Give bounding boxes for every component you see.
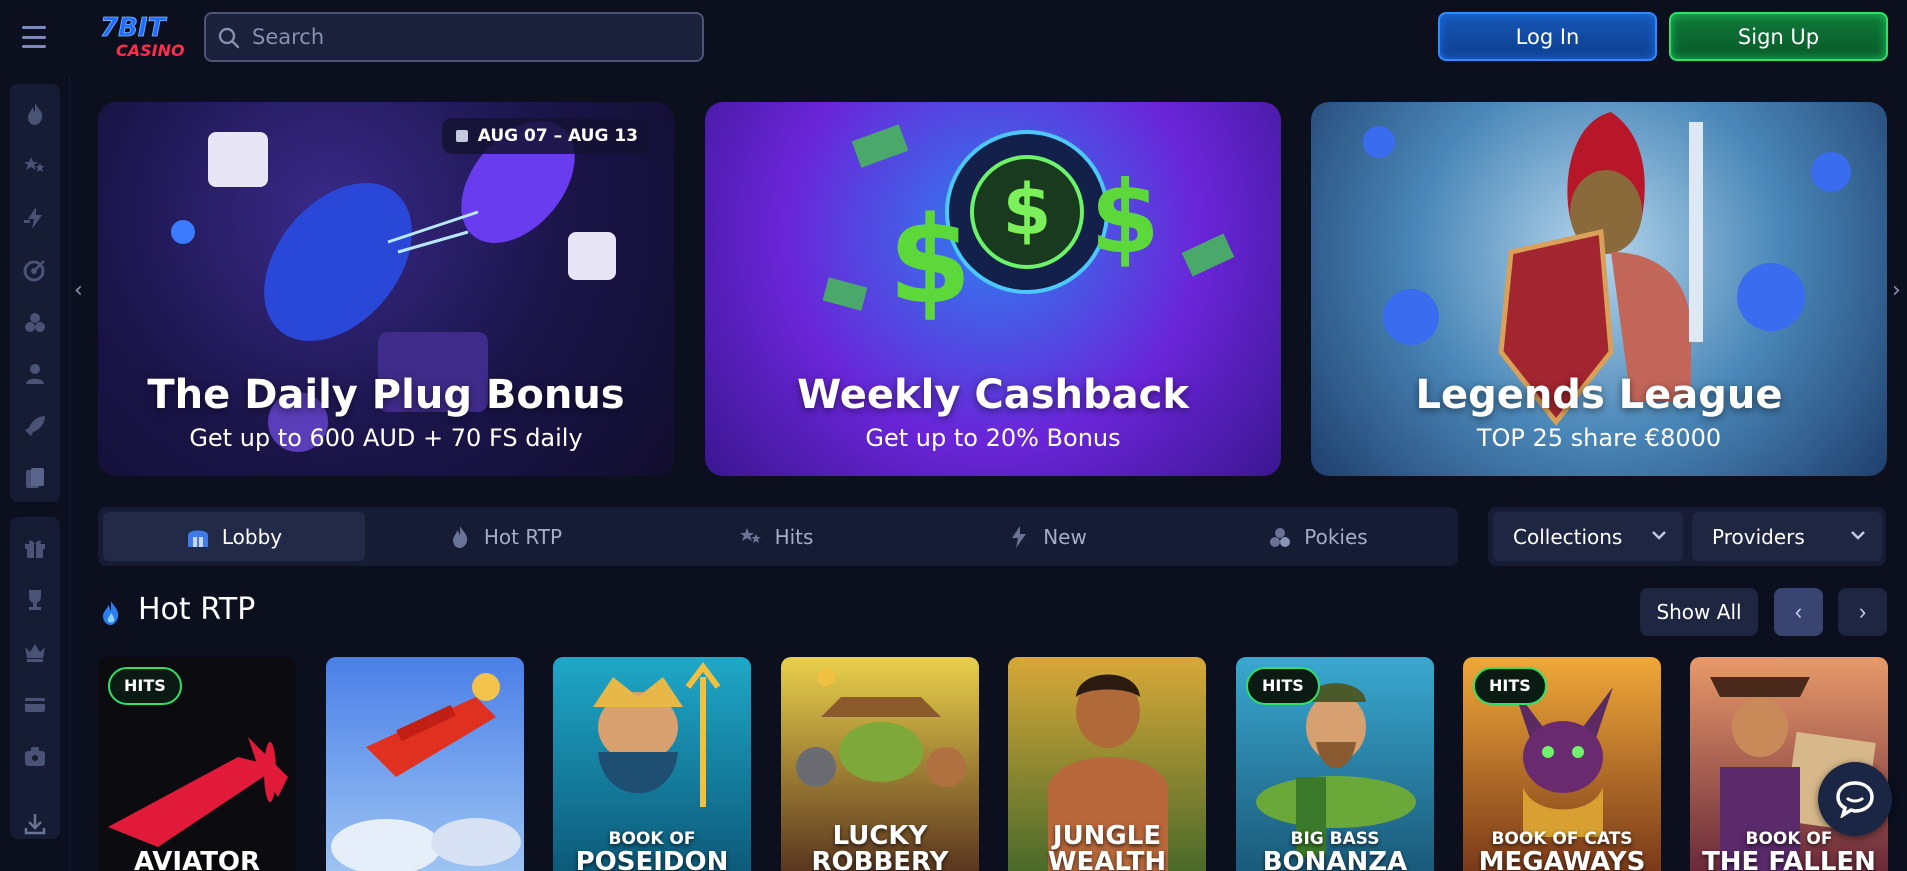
- tab-label: Hits: [774, 524, 814, 549]
- banner-subtitle: Get up to 600 AUD + 70 FS daily: [189, 424, 583, 452]
- chevron-down-icon: [1851, 531, 1865, 540]
- tab-lobby[interactable]: Lobby: [103, 512, 365, 561]
- tab-label: Hot RTP: [483, 524, 563, 549]
- sidebar-games-group: [10, 84, 60, 502]
- tab-new[interactable]: New: [916, 512, 1178, 561]
- lightning-icon[interactable]: [23, 206, 47, 230]
- signup-button[interactable]: Sign Up: [1669, 12, 1888, 61]
- top-header: 7BIT CASINO Log In Sign Up: [0, 0, 1907, 76]
- carousel-prev-icon[interactable]: ‹: [74, 278, 83, 303]
- tab-hot-rtp[interactable]: Hot RTP: [374, 512, 636, 561]
- calendar-icon: [455, 130, 468, 142]
- game-art-plane: [331, 673, 521, 871]
- lobby-icon: [186, 525, 210, 549]
- menu-icon[interactable]: [22, 26, 46, 48]
- game-card-lucky-robbery[interactable]: LUCKY ROBBERY: [781, 657, 979, 871]
- game-card-aviator[interactable]: HITS AVIATOR: [98, 657, 296, 871]
- chevron-left-icon: ‹: [1794, 599, 1803, 624]
- banner-art-spartan: [1363, 112, 1851, 427]
- svg-text:7BIT: 7BIT: [100, 13, 168, 43]
- chat-bubble-icon: [1836, 781, 1874, 818]
- cherries-icon: [1268, 525, 1292, 549]
- banner-title: The Daily Plug Bonus: [147, 372, 625, 418]
- game-title: BOOK OF POSEIDON: [575, 829, 729, 871]
- tab-label: Pokies: [1304, 524, 1368, 549]
- show-all-button[interactable]: Show All: [1640, 588, 1758, 636]
- search-icon: [218, 27, 240, 49]
- promo-date: AUG 07 – AUG 13: [477, 126, 638, 146]
- category-tabs: Lobby Hot RTP Hits New Pokies: [98, 507, 1458, 566]
- game-title: LUCKY ROBBERY: [811, 821, 949, 871]
- game-card-jungle-wealth[interactable]: JUNGLE WEALTH: [1008, 657, 1206, 871]
- hits-badge: HITS: [1473, 667, 1547, 705]
- banner-art-plug: [171, 121, 616, 452]
- crown-icon[interactable]: [23, 640, 47, 664]
- tab-pokies[interactable]: Pokies: [1187, 512, 1449, 561]
- tab-label: New: [1043, 524, 1087, 549]
- flame-icon: [103, 601, 119, 625]
- login-button[interactable]: Log In: [1438, 12, 1657, 61]
- tab-label: Lobby: [221, 524, 283, 549]
- sidebar-extras-group: [10, 517, 60, 839]
- hits-badge: HITS: [1246, 667, 1320, 705]
- svg-text:CASINO: CASINO: [116, 41, 184, 60]
- carousel-next-icon[interactable]: ›: [1892, 278, 1901, 303]
- game-card-big-bass-bonanza[interactable]: HITS BIG BASS BONANZA: [1236, 657, 1434, 871]
- svg-text:$: $: [1090, 159, 1160, 276]
- collections-dropdown[interactable]: Collections: [1493, 512, 1683, 561]
- search-field[interactable]: [204, 12, 704, 62]
- gift-icon[interactable]: [23, 536, 47, 560]
- section-title: Hot RTP: [138, 592, 256, 627]
- banner-title: Weekly Cashback: [797, 372, 1189, 418]
- banner-subtitle: Get up to 20% Bonus: [865, 424, 1121, 452]
- providers-label: Providers: [1712, 524, 1805, 549]
- games-next-button[interactable]: ›: [1838, 588, 1887, 636]
- promo-banner-legends-league[interactable]: Legends League TOP 25 share €8000: [1311, 102, 1887, 476]
- game-card-plane[interactable]: [326, 657, 524, 871]
- stars-icon: [739, 525, 763, 549]
- vip-icon[interactable]: [23, 744, 47, 768]
- banner-subtitle: TOP 25 share €8000: [1476, 424, 1722, 452]
- promo-banner-daily-plug[interactable]: AUG 07 – AUG 13 The Daily Plug Bonus Get…: [98, 102, 674, 476]
- promo-date-chip: AUG 07 – AUG 13: [441, 118, 652, 154]
- hits-badge: HITS: [108, 667, 182, 705]
- cards-icon[interactable]: [23, 466, 47, 490]
- flame-icon: [448, 525, 472, 549]
- wallet-icon[interactable]: [23, 692, 47, 716]
- search-input[interactable]: [252, 22, 682, 52]
- providers-dropdown[interactable]: Providers: [1692, 512, 1882, 561]
- trophy-icon[interactable]: [23, 588, 47, 612]
- rocket-icon[interactable]: [23, 414, 47, 438]
- game-title: BOOK OF CATS MEGAWAYS: [1478, 829, 1646, 871]
- live-dealer-icon[interactable]: [23, 362, 47, 386]
- games-prev-button[interactable]: ‹: [1774, 588, 1823, 636]
- chevron-down-icon: [1652, 531, 1666, 540]
- flame-icon[interactable]: [23, 102, 47, 126]
- banner-art-cashback: $ $ $: [822, 124, 1235, 331]
- banner-title: Legends League: [1415, 372, 1783, 418]
- sidebar: [0, 76, 70, 871]
- tab-hits[interactable]: Hits: [645, 512, 907, 561]
- game-title: AVIATOR: [133, 847, 261, 871]
- game-title: BIG BASS BONANZA: [1262, 829, 1408, 871]
- download-icon[interactable]: [23, 812, 47, 836]
- stars-icon[interactable]: [23, 154, 47, 178]
- target-icon[interactable]: [23, 258, 47, 282]
- filter-bar: Collections Providers: [1488, 507, 1886, 566]
- lightning-icon: [1007, 525, 1031, 549]
- game-title: JUNGLE WEALTH: [1047, 821, 1167, 871]
- game-card-book-of-cats[interactable]: HITS BOOK OF CATS MEGAWAYS: [1463, 657, 1661, 871]
- svg-text:$: $: [1003, 169, 1052, 251]
- promo-banner-weekly-cashback[interactable]: $ $ $ Weekly Cashback Get up to 20% Bonu…: [705, 102, 1281, 476]
- cherries-icon[interactable]: [23, 310, 47, 334]
- game-card-book-of-poseidon[interactable]: BOOK OF POSEIDON: [553, 657, 751, 871]
- svg-text:$: $: [888, 192, 972, 331]
- live-chat-button[interactable]: [1818, 762, 1892, 836]
- chevron-right-icon: ›: [1858, 599, 1867, 624]
- collections-label: Collections: [1513, 524, 1623, 549]
- logo[interactable]: 7BIT CASINO: [98, 12, 185, 62]
